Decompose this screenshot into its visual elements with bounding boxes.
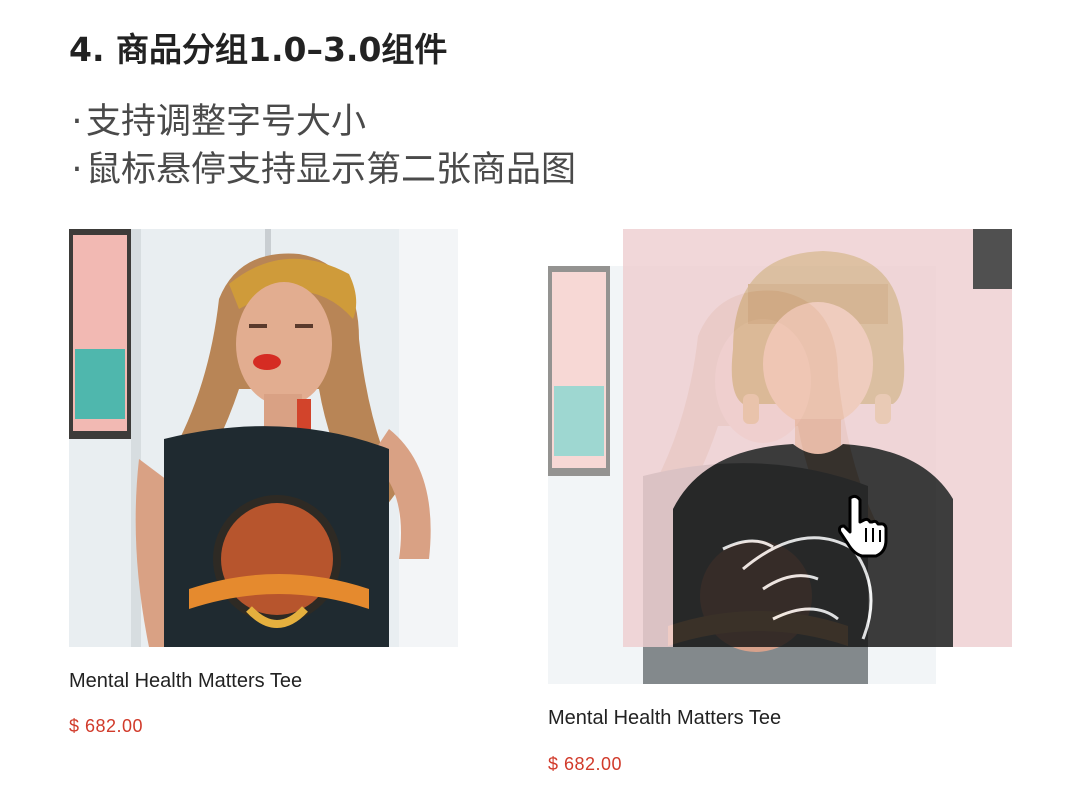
product-card-hover[interactable]: Mental Health Matters Tee $ 682.00 [548,229,1012,789]
second-product-photo[interactable] [623,229,1012,647]
product-image[interactable] [69,229,458,647]
feature-label: 支持调整字号大小 [86,102,367,142]
feature-list: ·支持调整字号大小 ·鼠标悬停支持显示第二张商品图 [68,98,576,194]
bullet-dot: · [71,150,83,190]
model-black-tee-photo [623,229,1012,647]
feature-item: ·鼠标悬停支持显示第二张商品图 [68,146,576,194]
hand-pointer-icon [836,494,898,558]
product-title[interactable]: Mental Health Matters Tee [69,669,302,693]
product-price: $ 682.00 [69,716,144,736]
model-surrender-tee-photo [69,229,458,647]
bullet-dot: · [71,102,83,142]
feature-item: ·支持调整字号大小 [68,98,576,146]
product-title[interactable]: Mental Health Matters Tee [548,706,781,730]
product-card[interactable]: Mental Health Matters Tee $ 682.00 [69,229,458,749]
feature-label: 鼠标悬停支持显示第二张商品图 [86,150,577,190]
section-title: 4. 商品分组1.0–3.0组件 [69,30,448,69]
product-price: $ 682.00 [548,754,623,774]
